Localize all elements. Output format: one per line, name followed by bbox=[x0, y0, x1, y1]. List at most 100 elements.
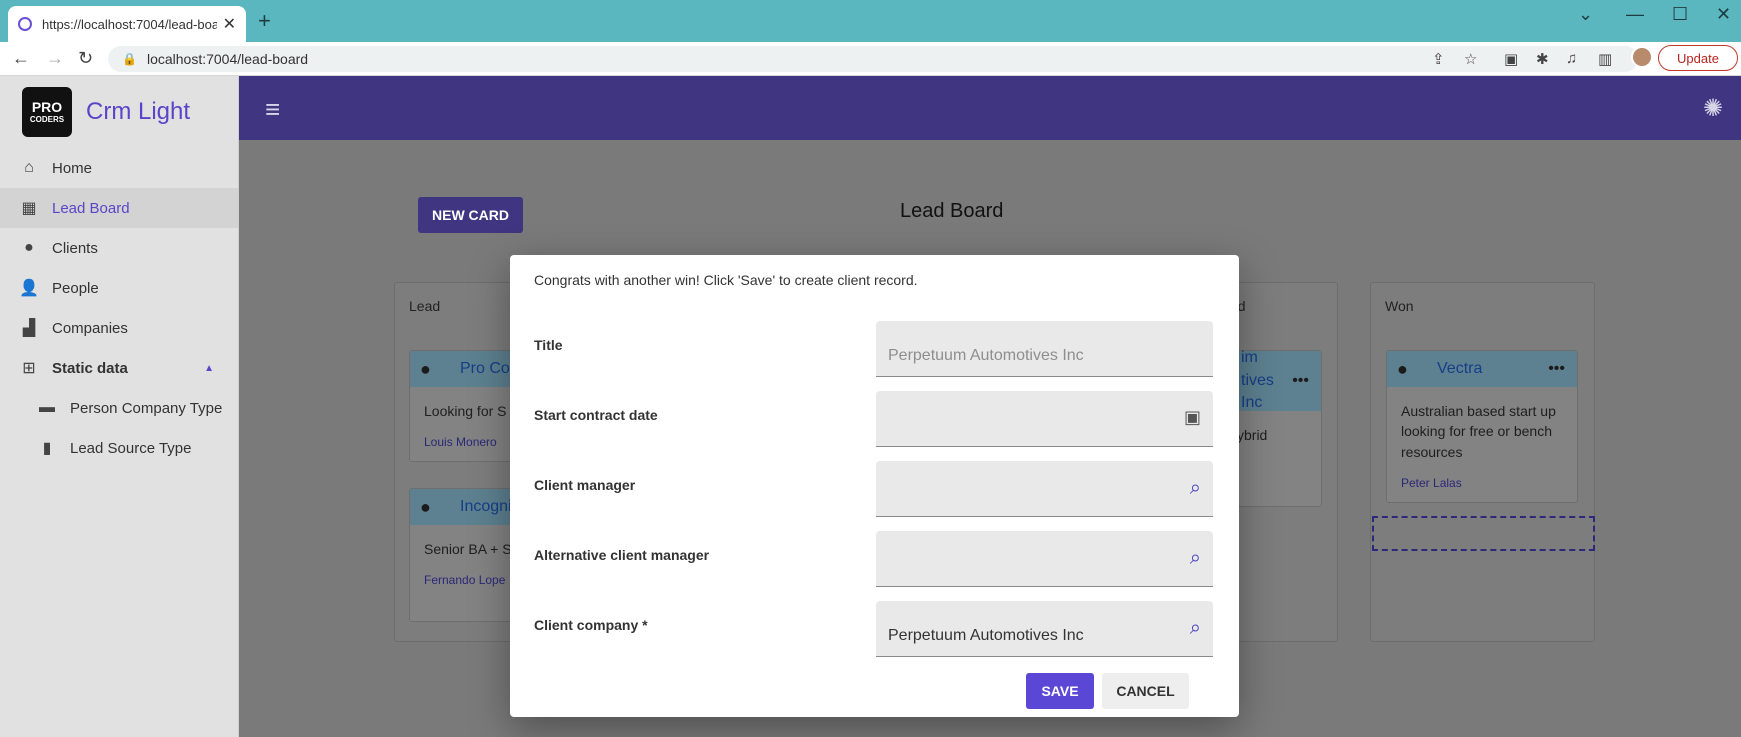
reload-icon[interactable]: ↻ bbox=[78, 48, 93, 69]
won-card[interactable]: ● Vectra ••• Australian based start up l… bbox=[1386, 350, 1578, 503]
card-title[interactable]: Vectra bbox=[1437, 360, 1482, 378]
card-header: ● Vectra ••• bbox=[1387, 351, 1577, 387]
card-title[interactable]: Incogni bbox=[460, 498, 512, 516]
sidebar-item-static-data[interactable]: ⊞ Static data ▲ bbox=[0, 348, 238, 388]
lock-icon: 🔒 bbox=[122, 52, 137, 66]
piggy-bank-icon: ● bbox=[1397, 358, 1408, 379]
brand-logo-bottom: CODERS bbox=[29, 115, 65, 124]
sidebar-item-label: People bbox=[52, 279, 99, 297]
field-row-alternative-client-manager: Alternative client manager ⌕ bbox=[534, 531, 1214, 587]
profile-avatar[interactable] bbox=[1631, 46, 1653, 68]
browser-tab[interactable]: https://localhost:7004/lead-board ✕ bbox=[8, 6, 246, 42]
brand-name: Crm Light bbox=[86, 98, 191, 125]
piggy-bank-icon: ● bbox=[420, 496, 431, 517]
extension-icon[interactable]: ▣ bbox=[1504, 50, 1518, 68]
save-button[interactable]: SAVE bbox=[1026, 673, 1094, 709]
field-label: Title bbox=[534, 337, 563, 353]
field-row-start-contract-date: Start contract date ▣ bbox=[534, 391, 1214, 447]
field-value: Perpetuum Automotives Inc bbox=[888, 627, 1084, 644]
sidebar-item-label: Static data bbox=[52, 359, 128, 377]
piggy-bank-icon: ● bbox=[24, 239, 34, 256]
sidebar-item-label: Lead Board bbox=[52, 199, 130, 217]
cancel-button[interactable]: CANCEL bbox=[1102, 673, 1189, 709]
field-row-title: Title Perpetuum Automotives Inc bbox=[534, 321, 1214, 377]
back-icon[interactable]: ← bbox=[12, 48, 30, 69]
briefcase-icon: ▬ bbox=[39, 399, 55, 416]
brand-logo: PRO CODERS bbox=[22, 87, 72, 137]
sidebar-item-people[interactable]: 👤 People bbox=[0, 268, 238, 308]
field-label: Client manager bbox=[534, 477, 636, 493]
share-icon[interactable]: ⇪ bbox=[1432, 50, 1445, 68]
column-title: Lead bbox=[409, 298, 441, 314]
dialog-message: Congrats with another win! Click 'Save' … bbox=[534, 272, 918, 288]
sidebar-item-home[interactable]: ⌂ Home bbox=[0, 148, 238, 188]
home-icon: ⌂ bbox=[24, 159, 34, 176]
sidebar-item-label: Clients bbox=[52, 239, 98, 257]
add-grid-icon: ⊞ bbox=[22, 360, 36, 377]
person-icon: 👤 bbox=[19, 280, 39, 297]
maximize-icon[interactable]: ☐ bbox=[1672, 4, 1688, 25]
search-icon[interactable]: ⌕ bbox=[1190, 477, 1201, 500]
brand-logo-top: PRO bbox=[31, 99, 63, 115]
alternative-client-manager-input[interactable]: ⌕ bbox=[876, 531, 1213, 587]
sidebar-item-label: Lead Source Type bbox=[70, 439, 192, 457]
brand: PRO CODERS Crm Light bbox=[0, 76, 238, 148]
calendar-icon[interactable]: ▣ bbox=[1184, 407, 1201, 428]
card-description: Australian based start up looking for fr… bbox=[1401, 403, 1556, 460]
app-header: ≡ ✺ bbox=[239, 76, 1741, 140]
bar-chart-icon: ▮ bbox=[42, 440, 52, 457]
start-contract-date-input[interactable]: ▣ bbox=[876, 391, 1213, 447]
url-input[interactable]: 🔒 localhost:7004/lead-board bbox=[108, 46, 1638, 72]
new-tab-icon[interactable]: + bbox=[258, 8, 271, 34]
field-row-client-company: Client company * Perpetuum Automotives I… bbox=[534, 601, 1214, 657]
media-icon[interactable]: ♫ bbox=[1566, 50, 1577, 67]
theme-toggle-icon[interactable]: ✺ bbox=[1703, 94, 1723, 123]
tab-search-chevron-icon[interactable]: ⌄ bbox=[1578, 4, 1593, 25]
browser-tab-title: https://localhost:7004/lead-board bbox=[42, 16, 217, 32]
field-value: Perpetuum Automotives Inc bbox=[888, 347, 1084, 364]
column-title: Won bbox=[1385, 298, 1414, 314]
url-text: localhost:7004/lead-board bbox=[146, 51, 309, 67]
sidebar-item-lead-source-type[interactable]: ▮ Lead Source Type bbox=[0, 428, 238, 468]
piggy-bank-icon: ● bbox=[420, 358, 431, 379]
factory-icon: ▟ bbox=[22, 320, 36, 337]
sidebar-item-lead-board[interactable]: ▦ Lead Board bbox=[0, 188, 238, 228]
field-label: Alternative client manager bbox=[534, 547, 710, 563]
sidebar-item-clients[interactable]: ● Clients bbox=[0, 228, 238, 268]
sidebar-item-label: Person Company Type bbox=[70, 399, 223, 417]
search-icon[interactable]: ⌕ bbox=[1190, 547, 1201, 570]
page-title: Lead Board bbox=[900, 200, 1004, 222]
caret-up-icon[interactable]: ▲ bbox=[204, 363, 214, 374]
title-input[interactable]: Perpetuum Automotives Inc bbox=[876, 321, 1213, 377]
field-label: Client company * bbox=[534, 617, 648, 633]
forward-icon[interactable]: → bbox=[46, 48, 64, 69]
update-button[interactable]: Update bbox=[1658, 45, 1738, 71]
client-manager-input[interactable]: ⌕ bbox=[876, 461, 1213, 517]
create-client-dialog: Congrats with another win! Click 'Save' … bbox=[510, 255, 1239, 717]
search-icon[interactable]: ⌕ bbox=[1190, 617, 1201, 640]
puzzle-icon[interactable]: ✱ bbox=[1536, 50, 1549, 68]
field-label: Start contract date bbox=[534, 407, 658, 423]
menu-icon[interactable]: ≡ bbox=[265, 94, 280, 125]
card-title[interactable]: im tives Inc bbox=[1241, 347, 1292, 414]
favicon-icon bbox=[18, 17, 32, 31]
new-card-button[interactable]: NEW CARD bbox=[418, 197, 523, 233]
sidebar-item-person-company-type[interactable]: ▬ Person Company Type bbox=[0, 388, 238, 428]
minimize-icon[interactable]: — bbox=[1626, 4, 1644, 25]
dashboard-icon: ▦ bbox=[21, 200, 37, 217]
sidebar-item-label: Companies bbox=[52, 319, 128, 337]
sidebar-item-companies[interactable]: ▟ Companies bbox=[0, 308, 238, 348]
address-bar-row: ← → ↻ 🔒 localhost:7004/lead-board ⇪ ☆ ▣ … bbox=[0, 42, 1741, 76]
close-window-icon[interactable]: ✕ bbox=[1716, 4, 1731, 25]
more-options-icon[interactable]: ••• bbox=[1292, 372, 1309, 390]
client-company-input[interactable]: Perpetuum Automotives Inc ⌕ bbox=[876, 601, 1213, 657]
browser-tab-bar: https://localhost:7004/lead-board ✕ + ⌄ … bbox=[0, 0, 1741, 42]
more-options-icon[interactable]: ••• bbox=[1548, 360, 1565, 378]
field-row-client-manager: Client manager ⌕ bbox=[534, 461, 1214, 517]
card-person[interactable]: Peter Lalas bbox=[1387, 476, 1577, 490]
bookmark-star-icon[interactable]: ☆ bbox=[1464, 50, 1477, 68]
drop-placeholder bbox=[1372, 516, 1595, 551]
close-tab-icon[interactable]: ✕ bbox=[223, 14, 236, 34]
sidebar: PRO CODERS Crm Light ⌂ Home ▦ Lead Board… bbox=[0, 76, 239, 737]
side-panel-icon[interactable]: ▥ bbox=[1598, 50, 1612, 68]
